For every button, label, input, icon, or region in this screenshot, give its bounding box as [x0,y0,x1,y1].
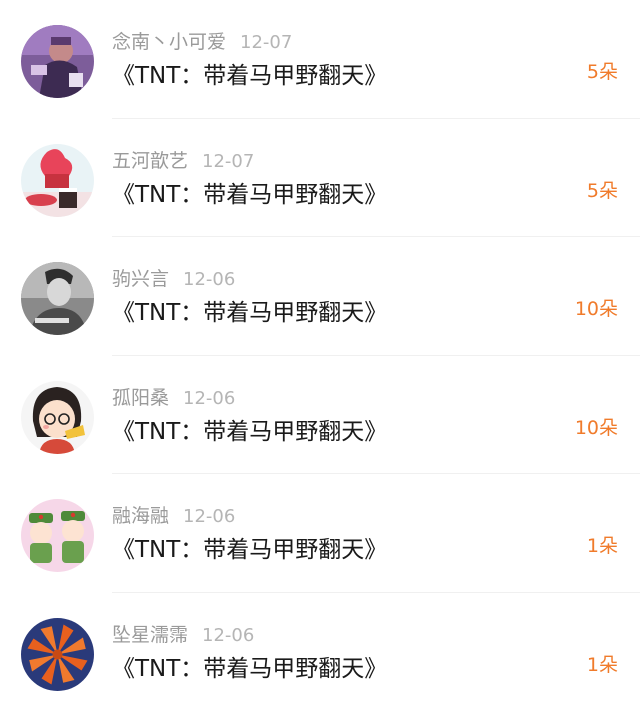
flower-count: 10朵 [575,296,618,322]
book-title[interactable]: 《TNT：带着马甲野翻天》 [112,654,387,684]
list-item[interactable]: 驹兴言 12-06 《TNT：带着马甲野翻天》 10朵 [0,237,640,356]
user-name[interactable]: 驹兴言 [112,268,169,290]
row-meta: 孤阳桑 12-06 [112,386,235,411]
list-item[interactable]: 念南丶小可爱 12-07 《TNT：带着马甲野翻天》 5朵 [0,0,640,119]
flower-count: 1朵 [587,533,618,559]
avatar[interactable] [21,381,94,454]
avatar[interactable] [21,144,94,217]
avatar[interactable] [21,499,94,572]
list-item[interactable]: 孤阳桑 12-06 《TNT：带着马甲野翻天》 10朵 [0,356,640,475]
avatar[interactable] [21,618,94,691]
list-item[interactable]: 坠星濡霈 12-06 《TNT：带着马甲野翻天》 1朵 [0,593,640,711]
gift-date: 12-06 [183,388,235,409]
gift-date: 12-06 [183,269,235,290]
book-title[interactable]: 《TNT：带着马甲野翻天》 [112,180,387,210]
user-name[interactable]: 念南丶小可爱 [112,31,226,53]
gift-date: 12-07 [202,151,254,172]
row-meta: 坠星濡霈 12-06 [112,623,254,648]
row-meta: 念南丶小可爱 12-07 [112,30,292,55]
gift-record-list: 念南丶小可爱 12-07 《TNT：带着马甲野翻天》 5朵 五河歆艺 12-07 《… [0,0,640,708]
row-meta: 驹兴言 12-06 [112,267,235,292]
flower-count: 5朵 [587,59,618,85]
row-meta: 融海融 12-06 [112,504,235,529]
flower-count: 5朵 [587,178,618,204]
list-item[interactable]: 融海融 12-06 《TNT：带着马甲野翻天》 1朵 [0,474,640,593]
list-item[interactable]: 五河歆艺 12-07 《TNT：带着马甲野翻天》 5朵 [0,119,640,238]
user-name[interactable]: 融海融 [112,505,169,527]
avatar[interactable] [21,262,94,335]
gift-date: 12-06 [183,506,235,527]
user-name[interactable]: 坠星濡霈 [112,624,188,646]
book-title[interactable]: 《TNT：带着马甲野翻天》 [112,535,387,565]
avatar[interactable] [21,25,94,98]
gift-date: 12-06 [202,625,254,646]
book-title[interactable]: 《TNT：带着马甲野翻天》 [112,61,387,91]
user-name[interactable]: 五河歆艺 [112,150,188,172]
row-meta: 五河歆艺 12-07 [112,149,254,174]
book-title[interactable]: 《TNT：带着马甲野翻天》 [112,298,387,328]
flower-count: 1朵 [587,652,618,678]
flower-count: 10朵 [575,415,618,441]
gift-date: 12-07 [240,32,292,53]
book-title[interactable]: 《TNT：带着马甲野翻天》 [112,417,387,447]
user-name[interactable]: 孤阳桑 [112,387,169,409]
